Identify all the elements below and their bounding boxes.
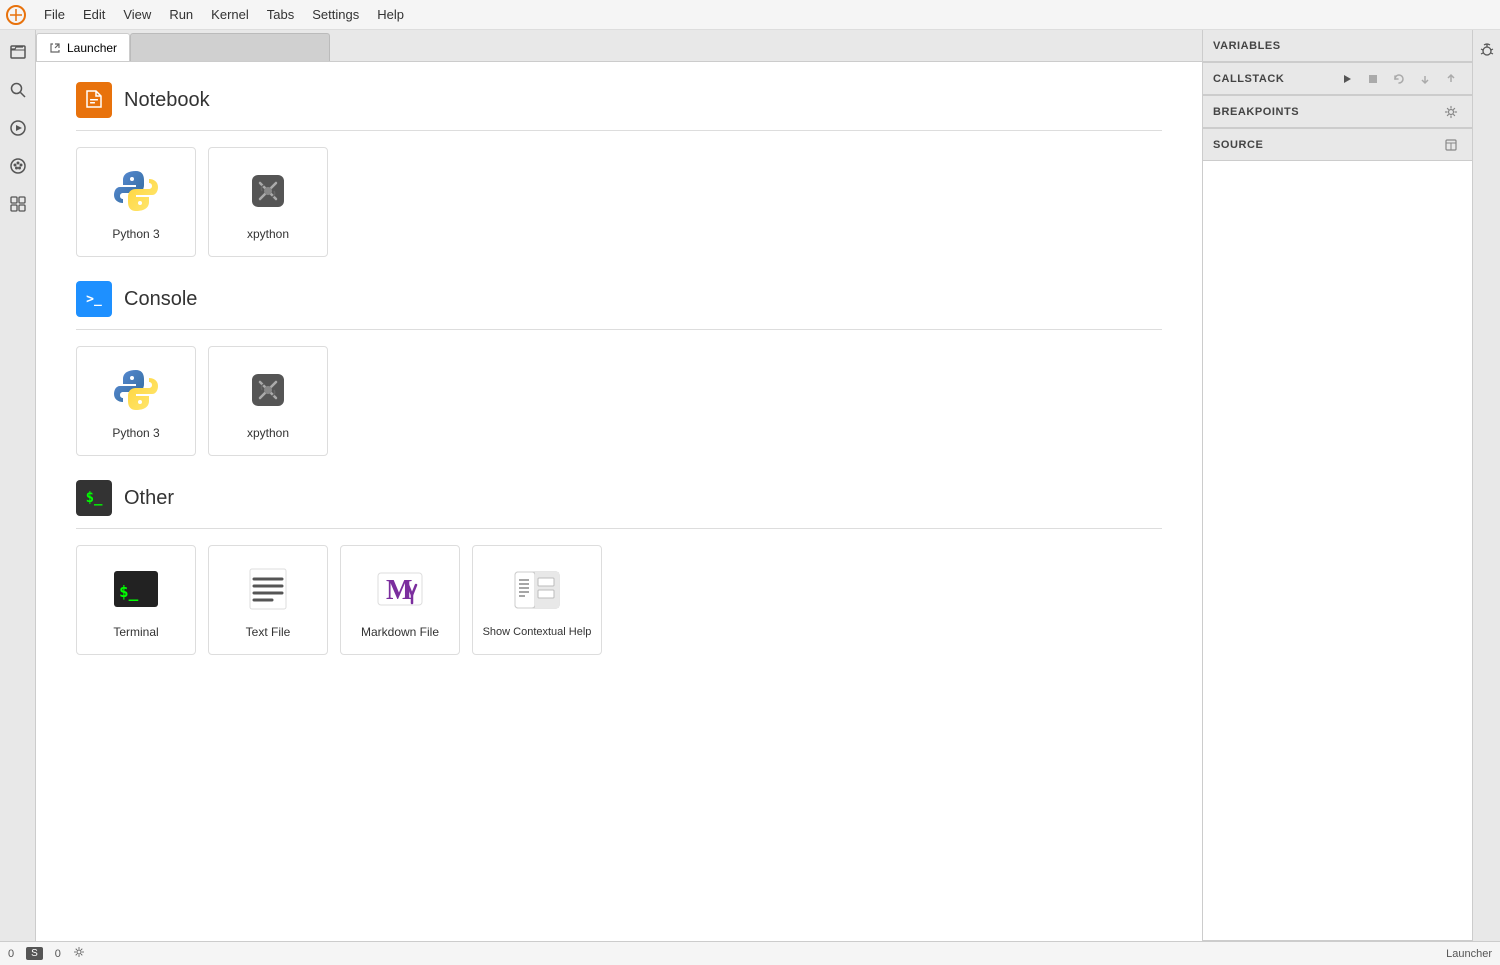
variables-title: VARIABLES <box>1213 40 1462 52</box>
launcher-content: Notebook <box>36 62 1202 941</box>
menu-edit[interactable]: Edit <box>75 4 113 25</box>
edge-bug-icon[interactable] <box>1476 38 1498 60</box>
status-item-1: 0 <box>55 948 61 960</box>
sidebar-icon-extensions[interactable] <box>4 190 32 218</box>
console-xpython-card[interactable]: xpython <box>208 346 328 456</box>
textfile-label: Text File <box>246 625 291 639</box>
callstack-toolbar <box>1336 68 1462 90</box>
menu-kernel[interactable]: Kernel <box>203 4 257 25</box>
tab-bar: Launcher <box>36 30 1202 62</box>
notebook-section-icon <box>76 82 112 118</box>
source-section: SOURCE <box>1203 129 1472 941</box>
terminal-card[interactable]: $_ Terminal <box>76 545 196 655</box>
notebook-xpython-card[interactable]: xpython <box>208 147 328 257</box>
source-body <box>1203 161 1472 940</box>
console-python3-card[interactable]: Python 3 <box>76 346 196 456</box>
menu-view[interactable]: View <box>115 4 159 25</box>
notebook-cards: Python 3 <box>76 147 1162 257</box>
other-cards: $_ Terminal <box>76 545 1162 655</box>
callstack-restart-btn[interactable] <box>1388 68 1410 90</box>
notebook-xpython-label: xpython <box>247 227 289 241</box>
notebook-divider <box>76 130 1162 131</box>
sidebar-icon-run[interactable] <box>4 114 32 142</box>
tab-inactive[interactable] <box>130 33 330 61</box>
other-section-header: $_ Other <box>76 480 1162 516</box>
breakpoints-title: BREAKPOINTS <box>1213 106 1432 118</box>
terminal-label: Terminal <box>113 625 158 639</box>
right-edge <box>1472 30 1500 941</box>
callstack-stepover-btn[interactable] <box>1414 68 1436 90</box>
menu-run[interactable]: Run <box>161 4 201 25</box>
callstack-section: CALLSTACK <box>1203 63 1472 96</box>
variables-header: VARIABLES <box>1203 30 1472 62</box>
console-python3-label: Python 3 <box>112 426 159 440</box>
markdown-card[interactable]: M Markdown File <box>340 545 460 655</box>
sidebar-icon-filebrowser[interactable] <box>4 38 32 66</box>
source-title: SOURCE <box>1213 139 1432 151</box>
other-section-title: Other <box>124 487 174 510</box>
tab-launcher-label: Launcher <box>67 41 117 55</box>
menu-file[interactable]: File <box>36 4 73 25</box>
sidebar-icon-palette[interactable] <box>4 152 32 180</box>
variables-section: VARIABLES <box>1203 30 1472 63</box>
console-cards: Python 3 <box>76 346 1162 456</box>
breakpoints-header: BREAKPOINTS <box>1203 96 1472 128</box>
menu-help[interactable]: Help <box>369 4 412 25</box>
status-item-0: 0 <box>8 948 14 960</box>
external-link-icon <box>49 42 61 54</box>
notebook-python3-label: Python 3 <box>112 227 159 241</box>
breakpoints-toolbar <box>1440 101 1462 123</box>
menu-tabs[interactable]: Tabs <box>259 4 302 25</box>
callstack-stop-btn[interactable] <box>1362 68 1384 90</box>
callstack-play-btn[interactable] <box>1336 68 1358 90</box>
xpython-notebook-icon <box>240 163 296 219</box>
sidebar-icon-search[interactable] <box>4 76 32 104</box>
callstack-header: CALLSTACK <box>1203 63 1472 95</box>
status-bar: 0 S 0 Launcher <box>0 941 1500 965</box>
main-layout: Launcher Notebook <box>0 30 1500 941</box>
notebook-section-header: Notebook <box>76 82 1162 118</box>
svg-text:$_: $_ <box>119 582 139 601</box>
contextual-help-label: Show Contextual Help <box>479 626 596 638</box>
tab-launcher[interactable]: Launcher <box>36 33 130 61</box>
source-toolbar <box>1440 134 1462 156</box>
menu-settings[interactable]: Settings <box>304 4 367 25</box>
notebook-section-title: Notebook <box>124 89 210 112</box>
console-xpython-label: xpython <box>247 426 289 440</box>
main-panel: Launcher Notebook <box>36 30 1202 941</box>
right-panel: VARIABLES CALLSTACK <box>1202 30 1472 941</box>
source-header: SOURCE <box>1203 129 1472 161</box>
callstack-stepup-btn[interactable] <box>1440 68 1462 90</box>
python3-console-icon <box>108 362 164 418</box>
notebook-python3-card[interactable]: Python 3 <box>76 147 196 257</box>
other-divider <box>76 528 1162 529</box>
markdown-icon: M <box>372 561 428 617</box>
breakpoints-section: BREAKPOINTS <box>1203 96 1472 129</box>
status-item-gear <box>73 946 85 961</box>
contextual-help-card[interactable]: Show Contextual Help <box>472 545 602 655</box>
status-item-s: S <box>26 947 43 960</box>
source-settings-btn[interactable] <box>1440 134 1462 156</box>
content-area: Launcher Notebook <box>36 30 1500 941</box>
menubar: File Edit View Run Kernel Tabs Settings … <box>0 0 1500 30</box>
textfile-icon <box>240 561 296 617</box>
other-section-icon: $_ <box>76 480 112 516</box>
status-launcher: Launcher <box>1446 948 1492 960</box>
console-section-icon: >_ <box>76 281 112 317</box>
console-divider <box>76 329 1162 330</box>
console-section-title: Console <box>124 288 197 311</box>
textfile-card[interactable]: Text File <box>208 545 328 655</box>
left-sidebar <box>0 30 36 941</box>
terminal-icon: $_ <box>108 561 164 617</box>
callstack-title: CALLSTACK <box>1213 73 1328 85</box>
app-logo <box>4 3 28 27</box>
console-section-header: >_ Console <box>76 281 1162 317</box>
breakpoints-settings-btn[interactable] <box>1440 101 1462 123</box>
xpython-console-icon <box>240 362 296 418</box>
contextual-help-icon <box>509 562 565 618</box>
python3-notebook-icon <box>108 163 164 219</box>
svg-text:M: M <box>386 575 412 606</box>
markdown-label: Markdown File <box>361 625 439 639</box>
